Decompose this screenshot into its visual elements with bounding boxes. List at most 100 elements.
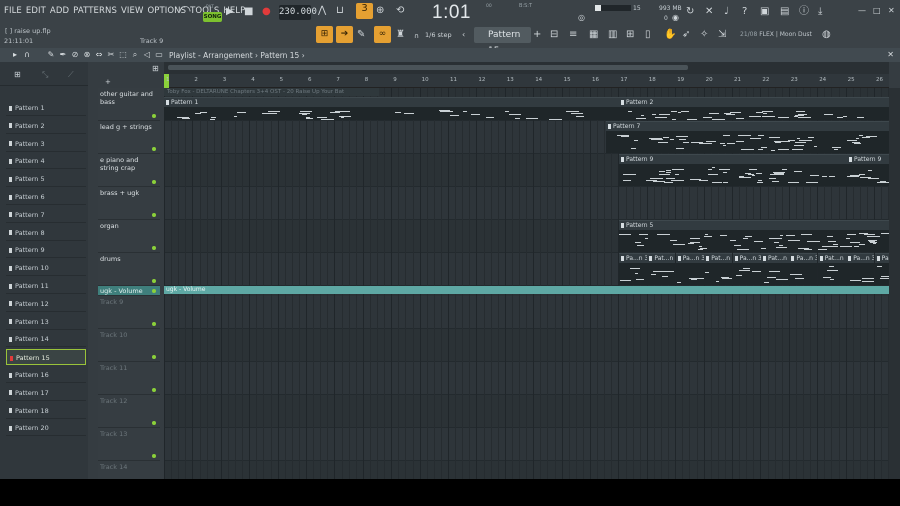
menu-edit[interactable]: EDIT <box>26 6 46 16</box>
help-icon[interactable]: ? <box>742 6 747 18</box>
track-header[interactable]: Track 11 <box>98 362 160 395</box>
pattern-item[interactable]: Pattern 20 <box>6 420 86 437</box>
add-pattern-icon[interactable]: + <box>533 29 541 41</box>
pencil-icon[interactable]: ✎ <box>357 29 365 41</box>
pattern-item[interactable]: Pattern 11 <box>6 278 86 294</box>
save-icon[interactable]: ▣ <box>760 6 769 18</box>
track-mute-led[interactable] <box>152 147 156 151</box>
track-header[interactable]: organ <box>98 220 160 253</box>
browser-icon[interactable]: ⊞ <box>626 29 634 41</box>
pattern-item[interactable]: Pattern 5 <box>6 171 86 188</box>
zoom-tool-icon[interactable]: ⌕ <box>130 50 140 60</box>
pattern-clip[interactable]: Pat...n 3 <box>704 253 733 285</box>
add-track-icon[interactable]: + <box>105 76 111 88</box>
delete-tool-icon[interactable]: ⊘ <box>70 50 80 60</box>
pattern-item[interactable]: Pattern 17 <box>6 385 86 401</box>
pattern-clip[interactable]: Pa...n 3 <box>846 253 875 285</box>
snap-step-selector[interactable]: 1/6 step <box>425 31 452 39</box>
pattern-item[interactable]: Pattern 7 <box>6 207 86 223</box>
song-mode-button[interactable]: SONG <box>203 12 222 22</box>
pattern-clip[interactable]: Pattern 9 <box>619 154 847 186</box>
track-mute-led[interactable] <box>152 421 156 425</box>
pattern-item[interactable]: Pattern 10 <box>6 260 86 277</box>
pattern-clip[interactable]: Pa...n 3 <box>874 253 889 285</box>
metronome-icon[interactable]: ⋀ <box>318 5 326 17</box>
pattern-clip[interactable]: Pattern 7 <box>606 121 889 153</box>
track-header[interactable]: Track 12 <box>98 395 160 428</box>
track-mute-led[interactable] <box>152 388 156 392</box>
pattern-clip[interactable]: Pat...n 3 <box>761 253 789 285</box>
close-icon[interactable]: ✕ <box>888 5 895 17</box>
track-header[interactable]: brass + ugk <box>98 187 160 220</box>
pattern-item[interactable]: Pattern 2 <box>6 118 86 134</box>
vertical-scrollbar[interactable] <box>889 88 900 479</box>
plugin-icon[interactable]: ▯ <box>645 29 651 41</box>
snapshot-icon[interactable]: ▤ <box>780 6 789 18</box>
pattern-clip[interactable]: Pat...n 3 <box>817 253 846 285</box>
pattern-clip[interactable]: Pattern 5 <box>619 220 889 252</box>
countdown-icon[interactable]: 3 <box>356 3 373 19</box>
pattern-clip[interactable]: Pa...n 3 <box>619 253 647 285</box>
stretch-icon[interactable]: ▭ <box>154 50 164 60</box>
pattern-clip[interactable]: Pat...n 3 <box>647 253 676 285</box>
playlist-titlebar[interactable]: ▸ ∩ ✎ ✒ ⊘ ⊗ ⇔ ✂ ⬚ ⌕ ◁ ▭ Playlist - Arran… <box>0 48 900 62</box>
piano-roll-icon[interactable]: ▥ <box>608 29 617 41</box>
midi-icon[interactable]: ✕ <box>705 6 713 18</box>
track-header[interactable]: ugk - Volume <box>98 286 160 296</box>
stop-icon[interactable]: ■ <box>244 6 253 18</box>
pattern-item[interactable]: Pattern 1 <box>6 100 86 116</box>
pick-icon[interactable]: ➶ <box>682 29 690 41</box>
maximize-icon[interactable]: □ <box>873 5 881 17</box>
pattern-clip[interactable]: Pa...n 3 <box>732 253 761 285</box>
play-icon[interactable]: ▶ <box>226 6 234 18</box>
horizontal-scroll-thumb[interactable] <box>168 65 688 70</box>
song-position-clock[interactable]: 1:01 <box>432 2 471 24</box>
paint-tool-icon[interactable]: ✒ <box>58 50 68 60</box>
touch-icon[interactable]: ✋ <box>664 29 676 41</box>
track-mute-led[interactable] <box>152 454 156 458</box>
globe-icon[interactable]: ◍ <box>822 29 831 41</box>
pattern-item[interactable]: Pattern 8 <box>6 225 86 241</box>
refresh-icon[interactable]: ↻ <box>686 6 694 18</box>
script-icon[interactable]: ✧ <box>700 29 708 41</box>
minimize-icon[interactable]: — <box>858 5 866 17</box>
pattern-clip[interactable]: Pattern 1 <box>164 97 619 120</box>
track-header[interactable]: Track 10 <box>98 329 160 362</box>
arrangement-grid[interactable]: Toby Fox - DELTARUNE Chapters 3+4 OST - … <box>164 88 889 479</box>
chevron-left-icon[interactable]: ‹ <box>462 29 465 41</box>
speaker-icon[interactable]: ◁ <box>142 50 152 60</box>
step-sequencer-icon[interactable]: ▦ <box>589 29 598 41</box>
track-mute-led[interactable] <box>152 246 156 250</box>
menu-patterns[interactable]: PATTERNS <box>73 6 117 16</box>
wait-input-icon[interactable]: ⊔ <box>336 5 344 17</box>
pattern-item[interactable]: Pattern 18 <box>6 403 86 419</box>
tempo-display[interactable]: 230.000 <box>279 5 317 20</box>
menu-add[interactable]: ADD <box>50 6 69 16</box>
loop-record-icon[interactable]: ⟲ <box>396 5 404 17</box>
channel-rack-icon[interactable]: ≡ <box>569 29 577 41</box>
pattern-item[interactable]: Pattern 6 <box>6 189 86 205</box>
track-header[interactable]: lead g + strings <box>98 121 160 154</box>
draw-tool-icon[interactable]: ✎ <box>46 50 56 60</box>
track-mute-led[interactable] <box>152 180 156 184</box>
mute-tool-icon[interactable]: ⊗ <box>82 50 92 60</box>
pattern-item[interactable]: Pattern 14 <box>6 331 86 348</box>
track-mute-led[interactable] <box>152 114 156 118</box>
track-mute-led[interactable] <box>152 213 156 217</box>
pattern-clip[interactable]: Pattern 9 <box>847 154 889 186</box>
playlist-menu-icon[interactable]: ⊞ <box>152 63 159 75</box>
select-tool-icon[interactable]: ⬚ <box>118 50 128 60</box>
pat-mode-label[interactable]: PAT <box>206 5 214 10</box>
playlist-close-icon[interactable]: ✕ <box>887 50 894 59</box>
pattern-item[interactable]: Pattern 16 <box>6 367 86 383</box>
track-header[interactable]: other guitar and bass <box>98 88 160 121</box>
pattern-clip[interactable]: Pa...n 3 <box>789 253 818 285</box>
pattern-item[interactable]: Pattern 4 <box>6 153 86 170</box>
blend-notes-icon[interactable]: ⊕ <box>376 5 384 17</box>
stamp-icon[interactable]: ♜ <box>396 29 405 41</box>
track-header[interactable]: drums <box>98 253 160 286</box>
plugin-news[interactable]: 21/08 FLEX | Moon Dust <box>740 31 812 38</box>
picker-audio-icon[interactable]: ⤡ <box>42 70 48 80</box>
automation-clip[interactable]: ugk - Volume <box>164 286 889 294</box>
horizontal-scrollbar[interactable] <box>164 62 889 74</box>
